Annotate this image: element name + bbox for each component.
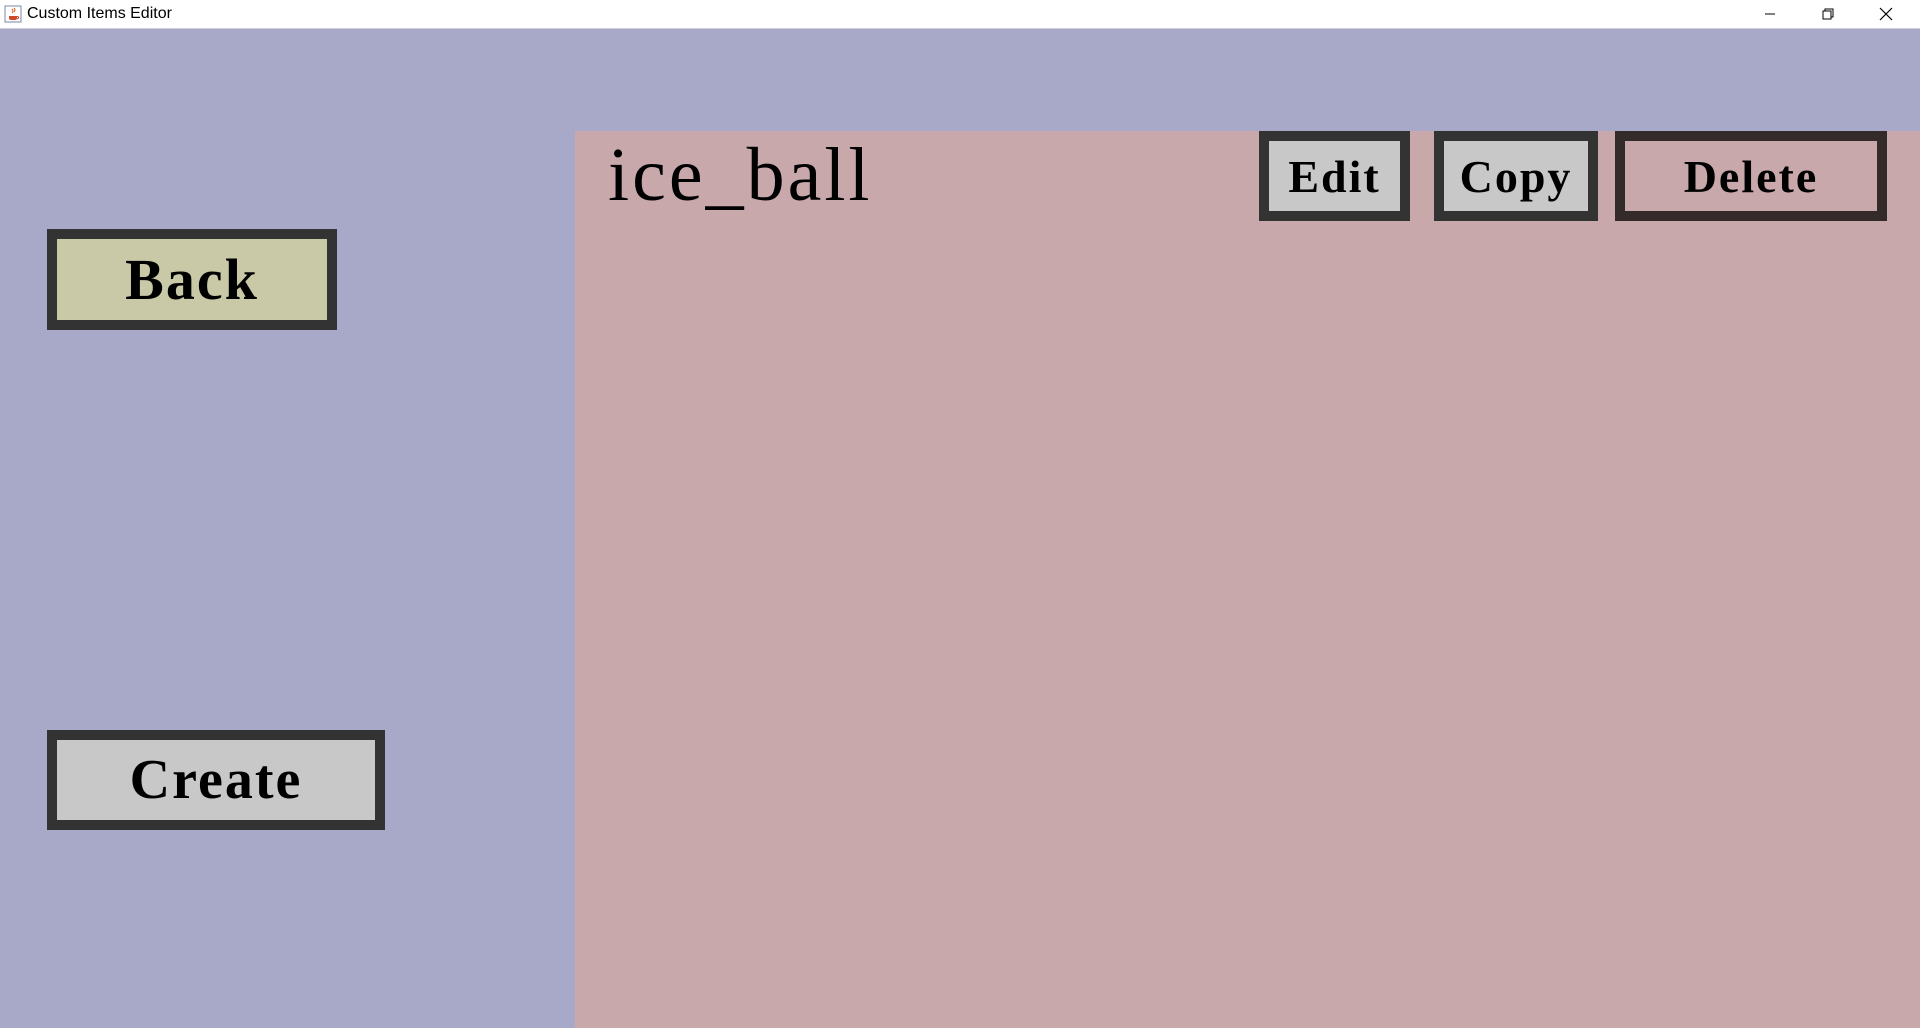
restore-icon (1822, 8, 1834, 20)
edit-button[interactable]: Edit (1259, 131, 1410, 221)
item-name: ice_ball (608, 133, 873, 217)
app-window: Custom Items Editor Back Create ice_ball… (0, 0, 1920, 1028)
close-button[interactable] (1857, 0, 1915, 28)
sidebar (0, 29, 575, 1028)
minimize-button[interactable] (1741, 0, 1799, 28)
item-panel (575, 131, 1920, 1028)
back-button[interactable]: Back (47, 229, 337, 330)
minimize-icon (1764, 8, 1776, 20)
delete-button[interactable]: Delete (1615, 131, 1887, 221)
restore-button[interactable] (1799, 0, 1857, 28)
window-title: Custom Items Editor (27, 5, 172, 22)
title-bar[interactable]: Custom Items Editor (0, 0, 1920, 29)
create-button[interactable]: Create (47, 730, 385, 830)
copy-button[interactable]: Copy (1434, 131, 1598, 221)
close-icon (1879, 7, 1893, 21)
java-app-icon (4, 5, 22, 23)
